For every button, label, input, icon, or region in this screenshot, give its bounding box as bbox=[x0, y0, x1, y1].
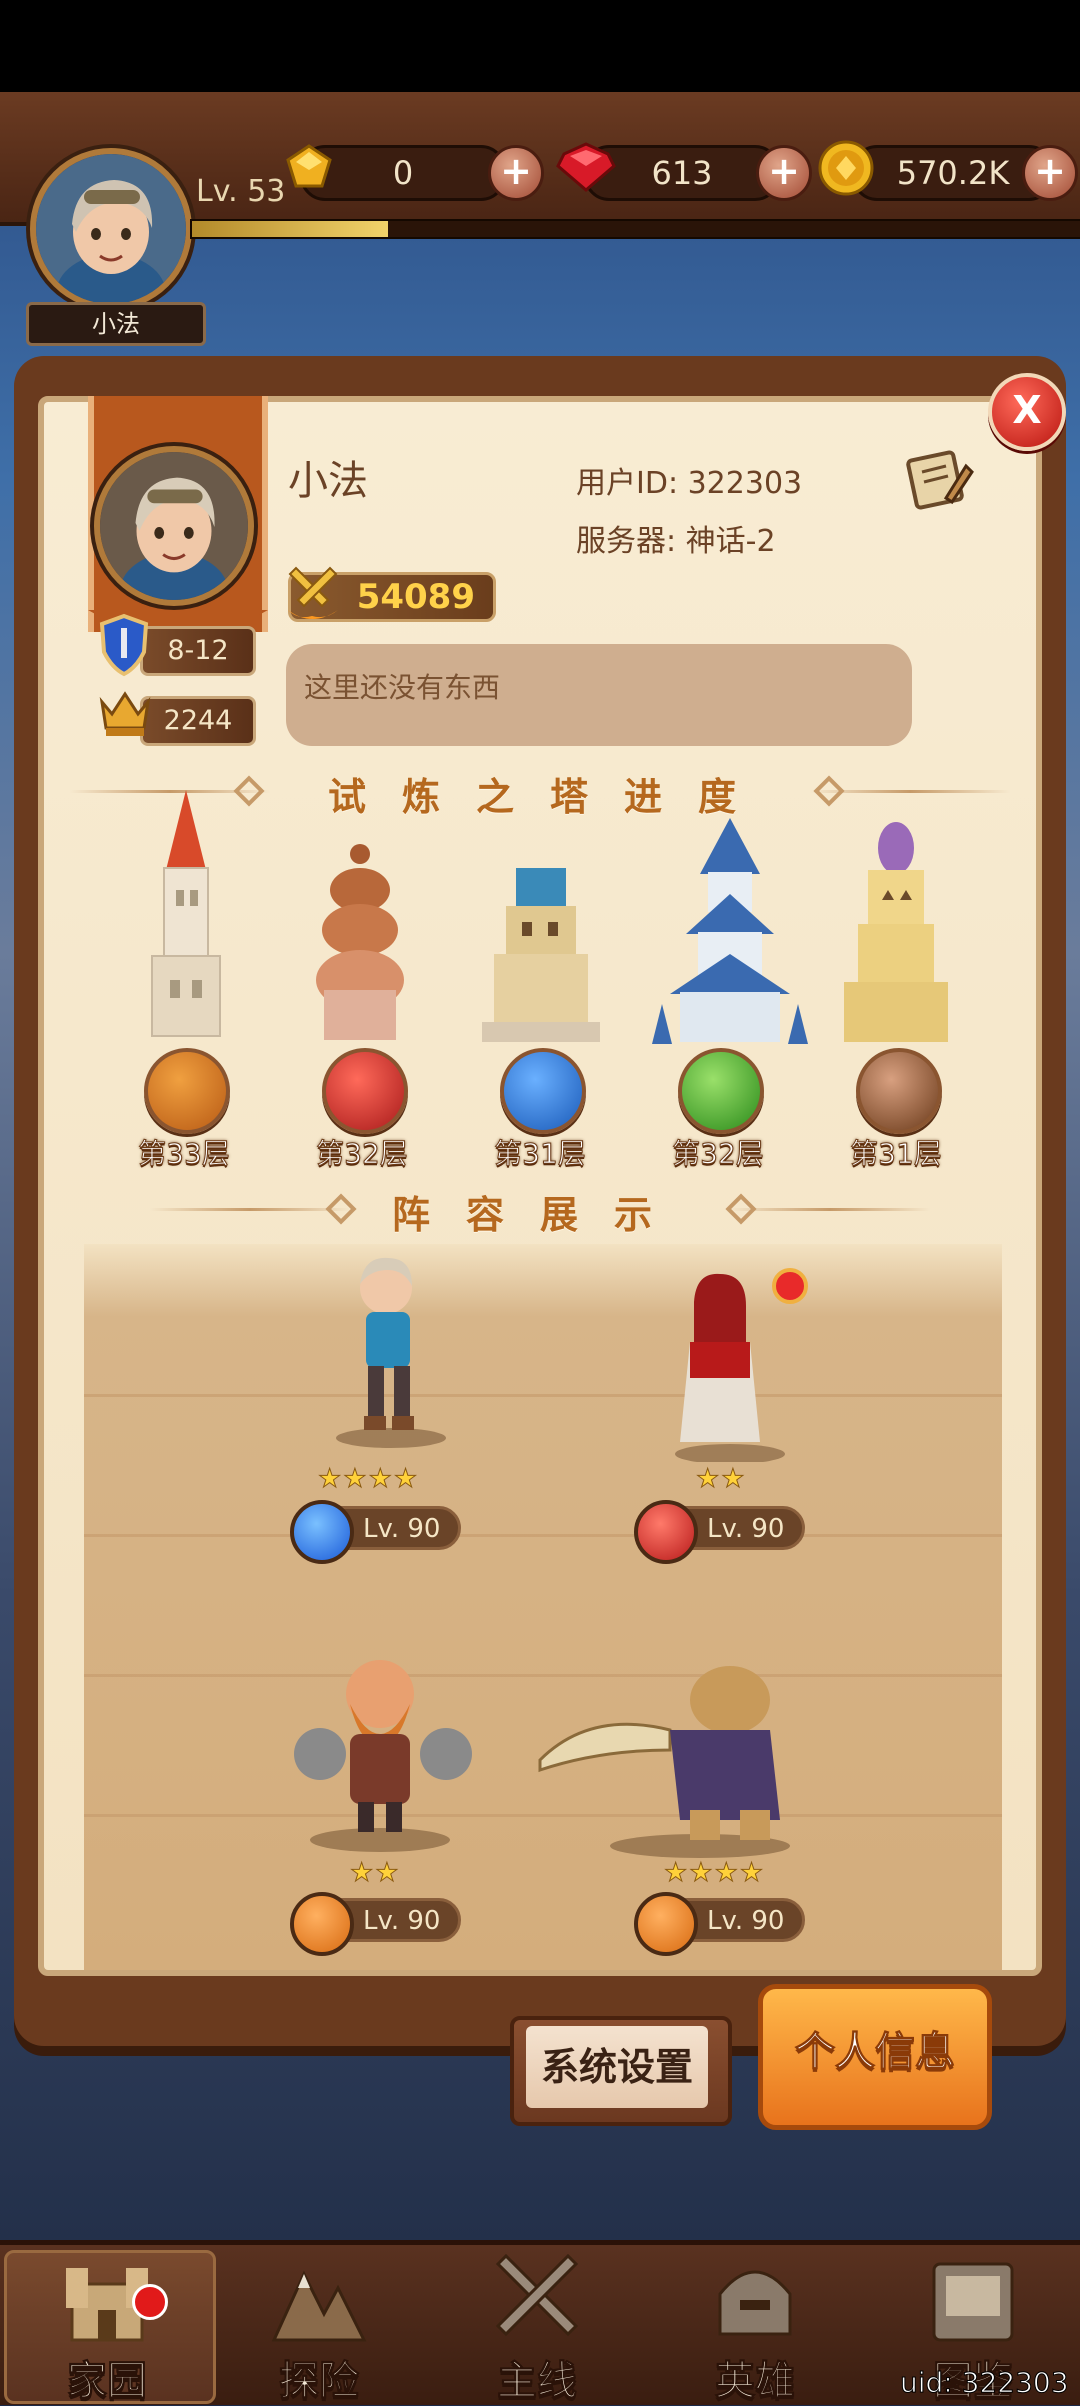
edit-profile-icon[interactable] bbox=[902, 444, 974, 514]
hero-4-stars: ★★★★ bbox=[663, 1858, 766, 1889]
personal-info-button[interactable]: 个人信息 bbox=[758, 1984, 992, 2130]
team-display-floor bbox=[84, 1244, 1002, 1970]
nature-faction-icon bbox=[678, 1048, 764, 1134]
red-tower-floor: 第32层 bbox=[316, 1137, 409, 1171]
fire-faction-icon bbox=[144, 1048, 230, 1134]
hero-3-stars: ★★ bbox=[350, 1858, 401, 1889]
bio-text: 这里还没有东西 bbox=[286, 644, 912, 746]
team-divider-right bbox=[730, 1208, 930, 1211]
floor-tile-line bbox=[84, 1394, 1002, 1397]
earth-element-icon bbox=[634, 1892, 698, 1956]
nature-tower-icon[interactable] bbox=[650, 814, 810, 1050]
water-faction-icon bbox=[500, 1048, 586, 1134]
nav-heroes[interactable]: 英雄 bbox=[652, 2254, 858, 2405]
red-tower-icon[interactable] bbox=[300, 840, 420, 1050]
nav-home[interactable]: 家园 bbox=[4, 2254, 210, 2405]
earth-tower-icon[interactable] bbox=[826, 820, 966, 1050]
fire-element-icon bbox=[634, 1500, 698, 1564]
earth-faction-icon bbox=[856, 1048, 942, 1134]
status-bar bbox=[0, 0, 1080, 92]
nav-home-label: 家园 bbox=[67, 2358, 148, 2405]
system-settings-label: 系统设置 bbox=[526, 2026, 708, 2108]
crossed-swords-power-icon bbox=[288, 566, 338, 619]
hero-2-stars: ★★ bbox=[696, 1464, 747, 1495]
tower-progress-title: 试炼之塔进度 bbox=[327, 775, 772, 819]
fire-tower-icon[interactable] bbox=[126, 780, 246, 1050]
topaz-gem-icon bbox=[286, 144, 332, 188]
player-portrait-icon bbox=[36, 154, 186, 304]
hero-1-stars: ★★★★ bbox=[317, 1464, 420, 1495]
dwarf-brawler-hero-icon[interactable] bbox=[270, 1634, 490, 1854]
nature-tower-floor: 第32层 bbox=[672, 1137, 765, 1171]
nav-main-quest[interactable]: 主线 bbox=[434, 2253, 640, 2405]
fire-priestess-hero-icon[interactable] bbox=[650, 1262, 820, 1462]
water-tower-icon[interactable] bbox=[472, 858, 610, 1048]
arena-rank-value: 8-12 bbox=[140, 626, 256, 676]
mountain-icon bbox=[271, 2270, 367, 2342]
player-avatar[interactable] bbox=[30, 148, 192, 310]
add-ruby-button[interactable]: + bbox=[756, 145, 812, 201]
nav-explore-label: 探险 bbox=[279, 2358, 360, 2405]
water-element-icon bbox=[290, 1500, 354, 1564]
user-id-label: 用户ID: 322303 bbox=[576, 466, 803, 501]
water-tower-floor: 第31层 bbox=[494, 1137, 587, 1171]
codex-icon bbox=[932, 2262, 1014, 2342]
team-display-title: 阵容展示 bbox=[391, 1193, 688, 1237]
nav-explore[interactable]: 探险 bbox=[216, 2254, 422, 2405]
beast-warrior-hero-icon[interactable] bbox=[530, 1640, 830, 1860]
add-gold-button[interactable]: + bbox=[1022, 145, 1078, 201]
player-level: Lv. 53 bbox=[196, 174, 286, 209]
earth-element-icon bbox=[290, 1892, 354, 1956]
xp-progress-bar bbox=[190, 219, 1080, 239]
arena-shield-icon bbox=[99, 613, 149, 677]
nav-main-quest-label: 主线 bbox=[497, 2358, 578, 2405]
fire-tower-floor: 第33层 bbox=[138, 1137, 231, 1171]
trophy-crown-icon bbox=[99, 691, 151, 736]
notification-dot bbox=[132, 2284, 168, 2320]
trophy-value: 2244 bbox=[140, 696, 256, 746]
profile-avatar[interactable] bbox=[94, 446, 254, 606]
red-faction-icon bbox=[322, 1048, 408, 1134]
add-topaz-button[interactable]: + bbox=[488, 145, 544, 201]
earth-tower-floor: 第31层 bbox=[850, 1137, 943, 1171]
xp-progress-fill bbox=[192, 221, 388, 237]
server-label: 服务器: 神话-2 bbox=[576, 524, 776, 559]
nav-heroes-label: 英雄 bbox=[715, 2358, 796, 2405]
mage-boy-hero-icon[interactable] bbox=[316, 1248, 466, 1448]
team-divider-left bbox=[150, 1208, 350, 1211]
footer-uid: uid: 322303 bbox=[900, 2366, 1070, 2400]
ruby-gem-icon bbox=[556, 142, 616, 192]
gold-coin-icon bbox=[818, 140, 874, 196]
profile-portrait-icon bbox=[100, 452, 248, 600]
hero-helmet-icon bbox=[718, 2270, 792, 2336]
tower-divider-right bbox=[810, 790, 1010, 793]
player-name-tag: 小法 bbox=[26, 302, 206, 346]
close-button[interactable]: X bbox=[988, 373, 1066, 451]
profile-nickname: 小法 bbox=[288, 458, 368, 504]
floor-tile-line bbox=[84, 1534, 1002, 1537]
crossed-swords-icon bbox=[495, 2253, 579, 2337]
